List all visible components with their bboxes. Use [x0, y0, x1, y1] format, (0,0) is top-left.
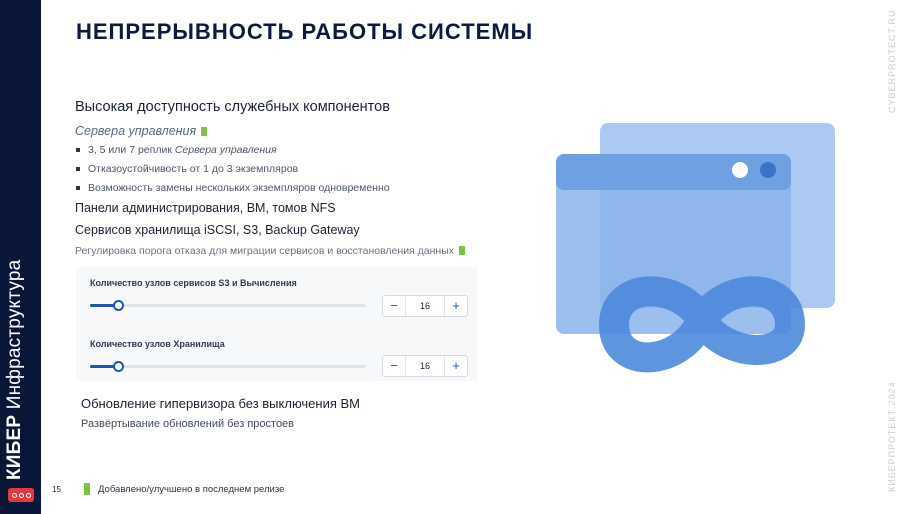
- legend-marker-icon: [84, 483, 90, 495]
- bullet-list: 3, 5 или 7 реплик Сервера управления Отк…: [76, 143, 390, 200]
- decrement-button[interactable]: −: [383, 296, 405, 316]
- brand-name: КИБЕР Инфраструктура: [4, 259, 25, 480]
- section-heading-availability: Высокая доступность служебных компоненто…: [75, 99, 390, 115]
- increment-button[interactable]: +: [445, 296, 467, 316]
- failure-threshold-note: Регулировка порога отказа для миграции с…: [75, 245, 466, 257]
- s3-compute-nodes-slider[interactable]: [90, 300, 366, 311]
- storage-nodes-label: Количество узлов Хранилища: [90, 339, 225, 349]
- storage-services-line: Сервисов хранилища iSCSI, S3, Backup Gat…: [75, 223, 360, 237]
- brand-logo-icon: [8, 488, 34, 502]
- window-dot-icon: [760, 162, 776, 178]
- s3-compute-nodes-label: Количество узлов сервисов S3 и Вычислени…: [90, 278, 297, 288]
- stepper-value[interactable]: 16: [405, 296, 445, 316]
- slide-title: НЕПРЕРЫВНОСТЬ РАБОТЫ СИСТЕМЫ: [76, 19, 534, 44]
- settings-panel: Количество узлов сервисов S3 и Вычислени…: [76, 267, 478, 381]
- list-item: 3, 5 или 7 реплик Сервера управления: [76, 143, 390, 162]
- hypervisor-update-heading: Обновление гипервизора без выключения ВМ: [81, 396, 361, 411]
- legend-label: Добавлено/улучшено в последнем релизе: [98, 483, 285, 495]
- window-infinity-illustration: [556, 123, 835, 373]
- new-feature-marker-icon: [459, 246, 466, 255]
- left-sidebar: КИБЕР Инфраструктура: [0, 0, 41, 514]
- page-number: 15: [52, 485, 61, 494]
- list-item: Возможность замены нескольких экземпляро…: [76, 181, 390, 200]
- increment-button[interactable]: +: [445, 356, 467, 376]
- stepper-value[interactable]: 16: [405, 356, 445, 376]
- storage-nodes-stepper: − 16 +: [382, 355, 468, 377]
- storage-nodes-slider[interactable]: [90, 361, 366, 372]
- slider-thumb[interactable]: [112, 361, 124, 372]
- slider-thumb[interactable]: [112, 300, 124, 311]
- legend: Добавлено/улучшено в последнем релизе: [84, 483, 284, 495]
- list-item: Отказоустойчивость от 1 до 3 экземпляров: [76, 162, 390, 181]
- window-dot-icon: [732, 162, 748, 178]
- management-servers-subheading: Сервера управления: [75, 124, 208, 138]
- new-feature-marker-icon: [201, 127, 208, 136]
- s3-compute-nodes-stepper: − 16 +: [382, 295, 468, 317]
- front-window-titlebar: [556, 154, 791, 190]
- admin-panels-line: Панели администрирования, ВМ, томов NFS: [75, 201, 336, 215]
- website-label: CYBERPROTECT.RU: [887, 9, 897, 113]
- hypervisor-update-text: Развёртывание обновлений без простоев: [81, 418, 295, 430]
- copyright-label: КИБЕРПРОТЕКТ 2024: [887, 381, 897, 492]
- decrement-button[interactable]: −: [383, 356, 405, 376]
